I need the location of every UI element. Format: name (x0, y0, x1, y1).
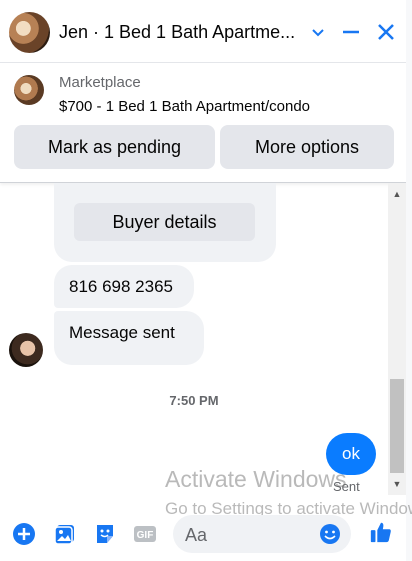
marketplace-banner: Marketplace $700 - 1 Bed 1 Bath Apartmen… (0, 63, 412, 183)
chat-title[interactable]: Jen · 1 Bed 1 Bath Apartme... (59, 22, 299, 43)
scroll-up-arrow-icon[interactable]: ▲ (388, 187, 406, 201)
scroll-down-arrow-icon[interactable]: ▼ (388, 477, 406, 491)
message-input[interactable] (183, 515, 317, 555)
message-timestamp: 7:50 PM (169, 393, 219, 408)
message-composer: GIF (0, 505, 412, 561)
chevron-down-icon[interactable] (306, 20, 330, 44)
chat-header: Jen · 1 Bed 1 Bath Apartme... (0, 0, 412, 63)
mark-as-pending-button[interactable]: Mark as pending (14, 125, 215, 169)
scroll-thumb[interactable] (390, 379, 404, 473)
close-icon[interactable] (374, 20, 398, 44)
sticker-icon[interactable] (93, 522, 117, 546)
minimize-icon[interactable] (339, 20, 363, 44)
contact-avatar[interactable] (9, 12, 50, 53)
emoji-icon[interactable] (318, 522, 342, 546)
more-options-button[interactable]: More options (220, 125, 394, 169)
plus-icon[interactable] (12, 522, 36, 546)
listing-message-card: Buyer details (54, 183, 276, 262)
listing-title[interactable]: $700 - 1 Bed 1 Bath Apartment/condo (59, 98, 310, 115)
like-icon[interactable] (369, 520, 393, 544)
conversation-area: Buyer details 816 698 2365 Message sent … (0, 183, 388, 495)
message-input-wrapper (173, 515, 351, 555)
page-edge (406, 0, 412, 561)
marketplace-label: Marketplace (59, 74, 141, 91)
gif-icon[interactable]: GIF (133, 522, 157, 546)
activation-watermark-title: Activate Windows (165, 466, 347, 492)
sender-avatar[interactable] (9, 333, 43, 367)
incoming-message: Message sent (54, 311, 204, 365)
listing-thumbnail[interactable] (14, 75, 44, 105)
svg-text:GIF: GIF (137, 530, 154, 541)
photo-icon[interactable] (53, 522, 77, 546)
buyer-details-button[interactable]: Buyer details (74, 203, 255, 241)
scrollbar[interactable]: ▲ ▼ (388, 183, 406, 495)
incoming-message: 816 698 2365 (54, 265, 194, 308)
